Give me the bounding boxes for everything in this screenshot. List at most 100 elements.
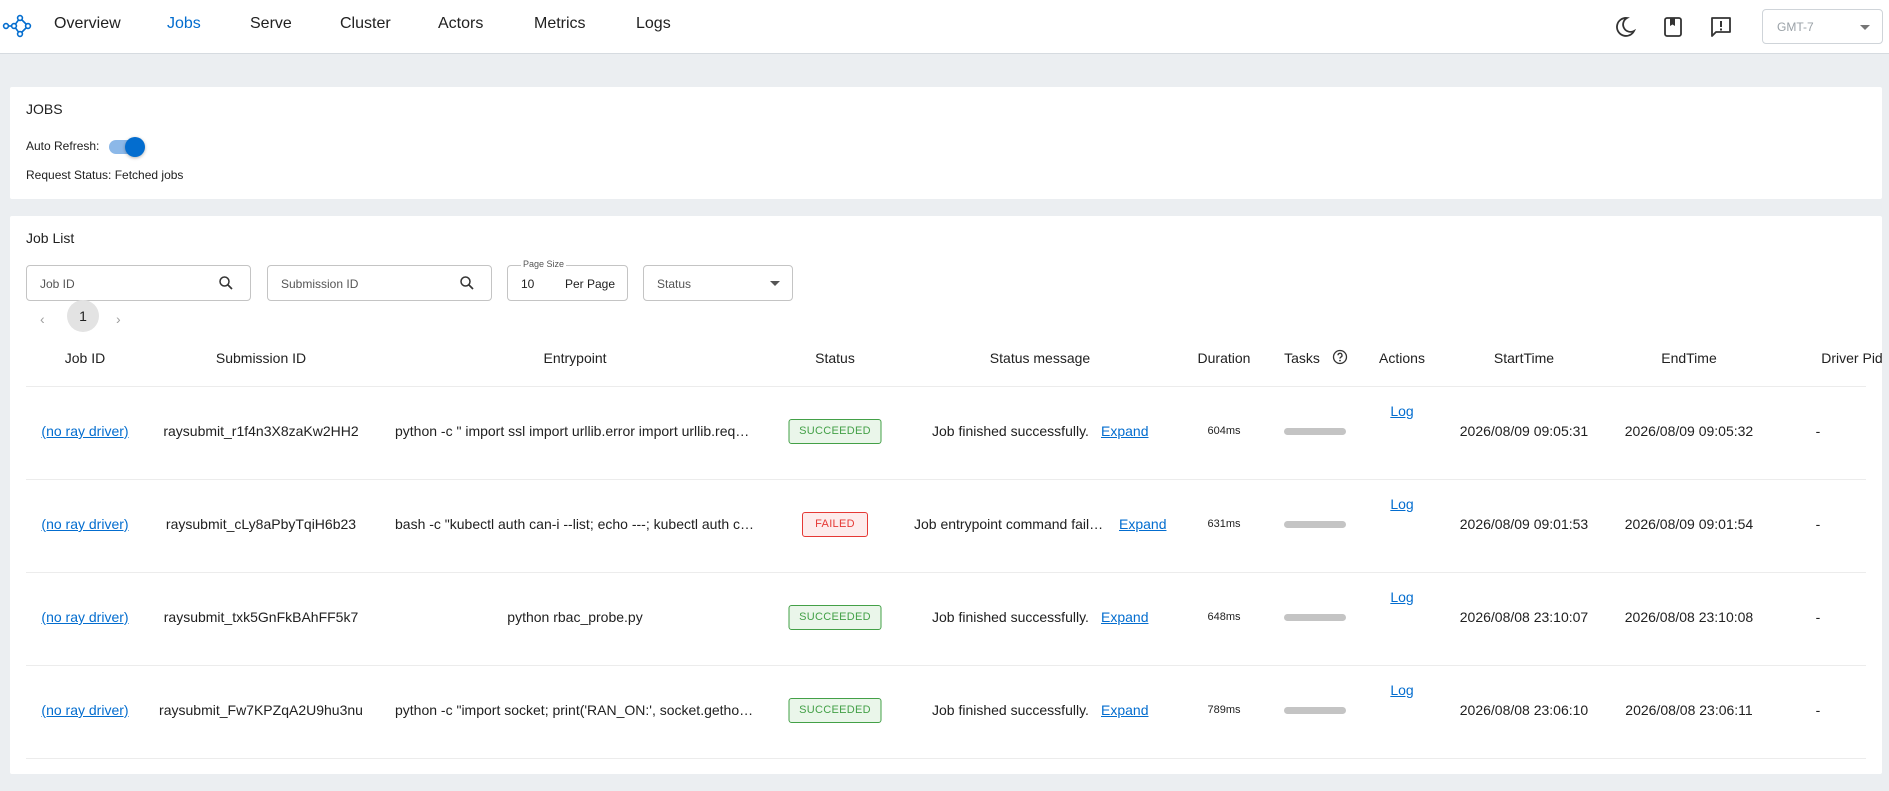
col-driver-pid: Driver Pid — [1821, 350, 1883, 366]
submission-id: raysubmit_Fw7KPZqA2U9hu3nu — [159, 702, 363, 718]
book-icon[interactable] — [1661, 15, 1685, 39]
tasks-progress-bar — [1284, 521, 1346, 528]
row-divider — [26, 665, 1866, 666]
submission-id: raysubmit_cLy8aPbyTqiH6b23 — [165, 516, 357, 532]
page-size-unit: Per Page — [564, 277, 615, 291]
entrypoint: python -c "import socket; print('RAN_ON:… — [395, 702, 755, 718]
log-link[interactable]: Log — [1390, 496, 1413, 512]
auto-refresh-label: Auto Refresh: — [26, 139, 100, 153]
jobs-summary-card: JOBS Auto Refresh: Request Status: Fetch… — [10, 87, 1882, 199]
col-status-message: Status message — [989, 350, 1091, 366]
pagination-prev[interactable]: ‹ — [40, 311, 45, 327]
log-link[interactable]: Log — [1390, 682, 1413, 698]
pagination-next[interactable]: › — [116, 311, 121, 327]
job-id-link[interactable]: (no ray driver) — [41, 516, 128, 532]
job-id-link[interactable]: (no ray driver) — [41, 609, 128, 625]
nav-cluster[interactable]: Cluster — [340, 15, 391, 33]
job-list-card: Job List Job ID Submission ID Page Size … — [10, 216, 1883, 774]
page-size-value[interactable]: 10 — [521, 277, 534, 291]
driver-pid: - — [1815, 702, 1821, 718]
nav-serve[interactable]: Serve — [250, 15, 292, 33]
duration: 789ms — [1207, 704, 1241, 716]
search-icon[interactable] — [217, 274, 235, 292]
log-link[interactable]: Log — [1390, 403, 1413, 419]
row-divider — [26, 386, 1866, 387]
col-duration: Duration — [1197, 350, 1251, 366]
top-navigation: Overview Jobs Serve Cluster Actors Metri… — [0, 0, 1889, 54]
job-id-placeholder: Job ID — [40, 277, 75, 291]
nav-metrics[interactable]: Metrics — [534, 15, 586, 33]
col-job-id: Job ID — [64, 350, 106, 366]
duration: 604ms — [1207, 425, 1241, 437]
log-link[interactable]: Log — [1390, 589, 1413, 605]
job-id-search[interactable]: Job ID — [26, 265, 251, 301]
entrypoint: python rbac_probe.py — [507, 609, 643, 625]
pagination-page-1[interactable]: 1 — [67, 300, 99, 332]
end-time: 2026/08/08 23:06:11 — [1625, 702, 1753, 718]
driver-pid: - — [1815, 516, 1821, 532]
timezone-value: GMT-7 — [1777, 20, 1814, 34]
jobs-title: JOBS — [26, 101, 63, 117]
nav-logs[interactable]: Logs — [636, 15, 671, 33]
status-message: Job entrypoint command failed with exit … — [914, 516, 1110, 532]
status-badge: FAILED — [802, 512, 868, 537]
chevron-down-icon — [770, 281, 780, 286]
col-tasks: Tasks — [1284, 350, 1320, 366]
search-icon[interactable] — [458, 274, 476, 292]
col-endtime: EndTime — [1661, 350, 1717, 366]
chevron-down-icon — [1860, 25, 1870, 30]
nav-jobs[interactable]: Jobs — [167, 15, 201, 33]
expand-link[interactable]: Expand — [1101, 609, 1148, 625]
entrypoint: python -c " import ssl import urllib.err… — [395, 423, 755, 439]
tasks-progress-bar — [1284, 707, 1346, 714]
col-actions: Actions — [1379, 350, 1425, 366]
status-message: Job finished successfully. — [932, 609, 1089, 625]
col-status: Status — [815, 350, 855, 366]
driver-pid: - — [1815, 423, 1821, 439]
submission-id-placeholder: Submission ID — [281, 277, 359, 291]
expand-link[interactable]: Expand — [1101, 702, 1148, 718]
row-divider — [26, 758, 1866, 759]
nav-actors[interactable]: Actors — [438, 15, 483, 33]
tasks-progress-bar — [1284, 614, 1346, 621]
start-time: 2026/08/08 23:10:07 — [1459, 609, 1589, 625]
duration: 631ms — [1207, 518, 1241, 530]
submission-id-search[interactable]: Submission ID — [267, 265, 492, 301]
driver-pid: - — [1815, 609, 1821, 625]
job-id-link[interactable]: (no ray driver) — [41, 423, 128, 439]
auto-refresh-toggle[interactable] — [109, 137, 145, 157]
toggle-thumb — [125, 137, 145, 157]
feedback-icon[interactable] — [1709, 15, 1733, 39]
end-time: 2026/08/09 09:01:54 — [1624, 516, 1754, 532]
status-filter-select[interactable]: Status — [643, 265, 793, 301]
page-size-label: Page Size — [521, 259, 567, 269]
row-divider — [26, 479, 1866, 480]
start-time: 2026/08/08 23:06:10 — [1459, 702, 1589, 718]
start-time: 2026/08/09 09:05:31 — [1459, 423, 1589, 439]
ray-logo-icon[interactable] — [2, 11, 32, 41]
end-time: 2026/08/09 09:05:32 — [1624, 423, 1754, 439]
submission-id: raysubmit_r1f4n3X8zaKw2HH2 — [163, 423, 359, 439]
timezone-select[interactable]: GMT-7 — [1762, 9, 1883, 44]
tasks-progress-bar — [1284, 428, 1346, 435]
submission-id: raysubmit_txk5GnFkBAhFF5k7 — [163, 609, 359, 625]
entrypoint: bash -c "kubectl auth can-i --list; echo… — [395, 516, 755, 532]
start-time: 2026/08/09 09:01:53 — [1459, 516, 1589, 532]
status-badge: SUCCEEDED — [788, 605, 882, 630]
expand-link[interactable]: Expand — [1119, 516, 1166, 532]
moon-icon[interactable] — [1613, 15, 1637, 39]
end-time: 2026/08/08 23:10:08 — [1624, 609, 1754, 625]
nav-overview[interactable]: Overview — [54, 15, 121, 33]
status-message: Job finished successfully. — [932, 702, 1089, 718]
col-entrypoint: Entrypoint — [543, 350, 607, 366]
request-status: Request Status: Fetched jobs — [26, 168, 184, 182]
help-circle-icon[interactable] — [1332, 349, 1348, 365]
status-placeholder: Status — [657, 277, 692, 291]
row-divider — [26, 572, 1866, 573]
status-badge: SUCCEEDED — [788, 419, 882, 444]
page-size-field[interactable]: Page Size 10 Per Page — [507, 259, 628, 301]
job-list-title: Job List — [26, 230, 75, 246]
expand-link[interactable]: Expand — [1101, 423, 1148, 439]
job-id-link[interactable]: (no ray driver) — [41, 702, 128, 718]
status-badge: SUCCEEDED — [788, 698, 882, 723]
